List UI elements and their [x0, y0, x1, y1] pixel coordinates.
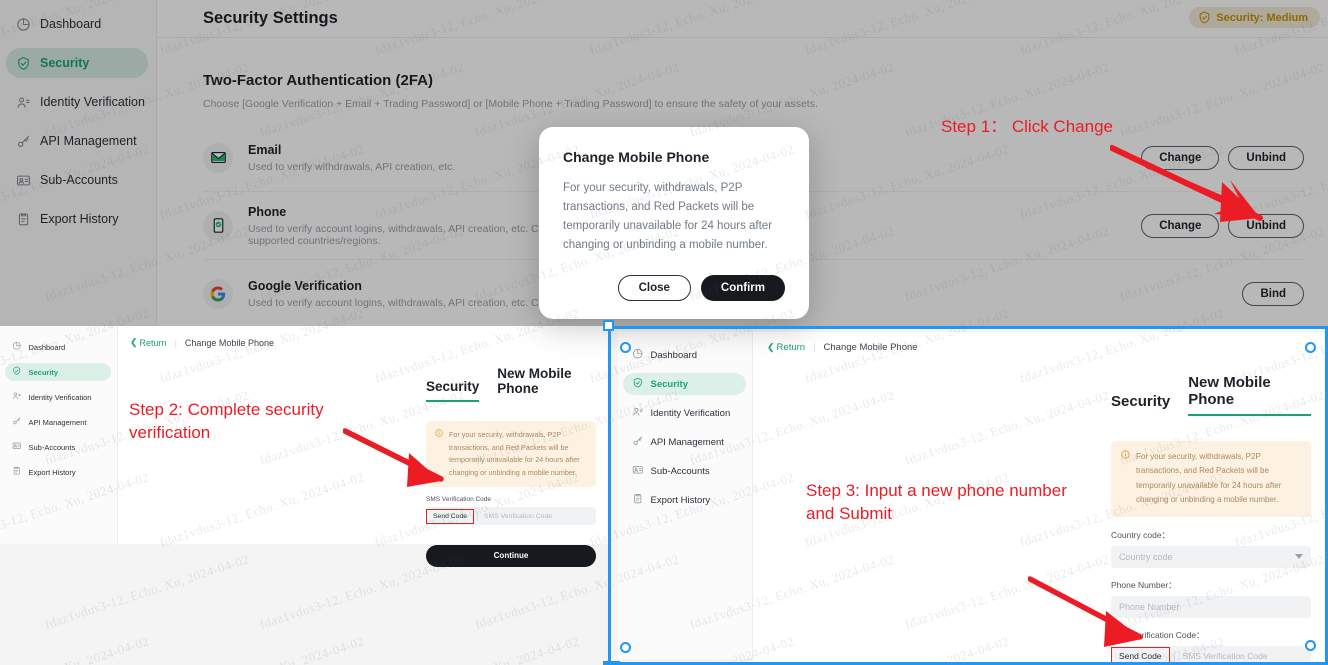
close-button[interactable]: Close: [617, 274, 691, 301]
annotation-step-3: Step 3: Input a new phone number and Sub…: [806, 481, 1067, 523]
change-mobile-modal-wrap: Change Mobile Phone For your security, w…: [0, 0, 1328, 665]
annotation-step-2: Step 2: Complete security verification: [129, 400, 324, 442]
dialog-actions: Close Confirm: [563, 274, 785, 301]
dialog-title: Change Mobile Phone: [563, 149, 710, 165]
screenshot-stage: Dashboard Security Identity Verification AP…: [0, 0, 1328, 665]
annotation-step-1: Step 1： Click Change: [941, 117, 1113, 136]
change-mobile-phone-dialog: Change Mobile Phone For your security, w…: [539, 127, 809, 319]
confirm-button[interactable]: Confirm: [700, 274, 785, 301]
dialog-body: For your security, withdrawals, P2P tran…: [563, 182, 773, 251]
